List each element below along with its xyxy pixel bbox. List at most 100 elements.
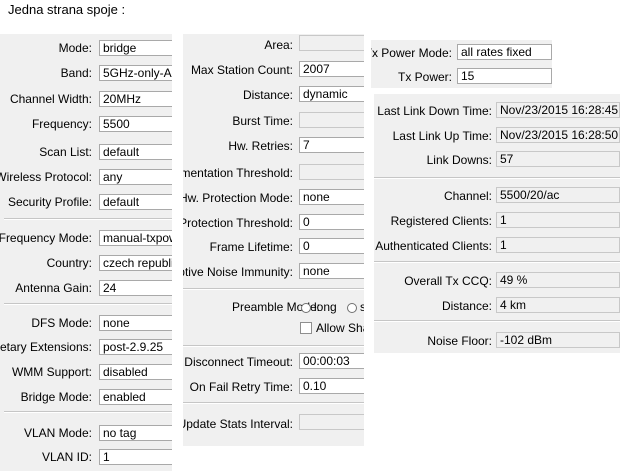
link-downs-label: Link Downs: bbox=[426, 153, 492, 167]
dfs-mode-label: DFS Mode: bbox=[31, 316, 92, 330]
channel-field: 5500/20/ac bbox=[496, 187, 620, 203]
hw-protection-mode-field[interactable]: none bbox=[299, 189, 364, 205]
antenna-gain-field[interactable]: 24 bbox=[99, 280, 172, 296]
hw-protection-threshold-field[interactable]: 0 bbox=[299, 214, 364, 230]
noise-floor-label: Noise Floor: bbox=[427, 334, 492, 348]
tx-power-label: Tx Power: bbox=[397, 70, 452, 84]
mode-field[interactable]: bridge bbox=[99, 40, 172, 56]
page-heading: Jedna strana spoje : bbox=[8, 2, 126, 17]
proprietary-extensions-label: rietary Extensions: bbox=[0, 340, 92, 354]
band-label: Band: bbox=[60, 66, 92, 80]
vlan-mode-label: VLAN Mode: bbox=[23, 426, 92, 440]
burst-time-label: Burst Time: bbox=[232, 114, 293, 128]
wmm-support-field[interactable]: disabled bbox=[99, 364, 172, 380]
status-distance-label: Distance: bbox=[441, 299, 492, 313]
mode-label: Mode: bbox=[58, 41, 92, 55]
authenticated-clients-field: 1 bbox=[496, 237, 620, 253]
channel-width-field[interactable]: 20MHz bbox=[99, 91, 172, 107]
hw-retries-field[interactable]: 7 bbox=[299, 137, 364, 153]
area-field[interactable] bbox=[299, 35, 364, 51]
preamble-short-radio[interactable] bbox=[347, 303, 357, 313]
left-separator bbox=[4, 411, 172, 413]
vlan-mode-field[interactable]: no tag bbox=[99, 425, 172, 441]
frequency-mode-label: Frequency Mode: bbox=[0, 231, 92, 245]
overall-tx-ccq-label: Overall Tx CCQ: bbox=[404, 274, 492, 288]
middle-separator bbox=[183, 345, 364, 347]
fragmentation-threshold-label: agmentation Threshold: bbox=[183, 166, 293, 180]
adaptive-noise-immunity-field[interactable]: none bbox=[299, 263, 364, 279]
frequency-label: Frequency: bbox=[31, 117, 92, 131]
middle-separator bbox=[183, 402, 364, 404]
channel-label: Channel: bbox=[443, 189, 492, 203]
frame-lifetime-label: Frame Lifetime: bbox=[209, 240, 293, 254]
left-separator bbox=[4, 218, 172, 220]
registered-clients-label: Registered Clients: bbox=[390, 214, 492, 228]
middle-advanced-panel: Area: Max Station Count: 2007 Distance: … bbox=[183, 34, 364, 446]
wmm-support-label: WMM Support: bbox=[11, 365, 92, 379]
frame-lifetime-field[interactable]: 0 bbox=[299, 238, 364, 254]
allow-shared-checkbox[interactable] bbox=[300, 322, 312, 334]
last-link-up-time-label: Last Link Up Time: bbox=[392, 129, 492, 143]
middle-separator bbox=[183, 288, 364, 290]
security-profile-field[interactable]: default bbox=[99, 194, 172, 210]
country-label: Country: bbox=[46, 256, 92, 270]
on-fail-retry-time-label: On Fail Retry Time: bbox=[189, 380, 293, 394]
vlan-id-field[interactable]: 1 bbox=[99, 449, 172, 465]
area-label: Area: bbox=[264, 38, 293, 52]
distance-field[interactable]: dynamic bbox=[299, 86, 364, 102]
on-fail-retry-time-field[interactable]: 0.10 bbox=[299, 378, 364, 394]
link-downs-field: 57 bbox=[496, 151, 620, 167]
left-wireless-panel: Mode: bridge Band: 5GHz-only-AC Channel … bbox=[0, 34, 172, 471]
left-separator bbox=[4, 303, 172, 305]
dfs-mode-field[interactable]: none bbox=[99, 315, 172, 331]
proprietary-extensions-field[interactable]: post-2.9.25 bbox=[99, 339, 172, 355]
last-link-down-time-field: Nov/23/2015 16:28:45 bbox=[496, 102, 620, 118]
allow-shared-label: Allow Sha bbox=[316, 321, 364, 335]
tx-power-field[interactable]: 15 bbox=[457, 68, 552, 84]
hw-protection-threshold-label: v. Protection Threshold: bbox=[183, 216, 293, 230]
max-station-count-field[interactable]: 2007 bbox=[299, 61, 364, 77]
status-separator bbox=[374, 320, 620, 322]
last-link-down-time-label: Last Link Down Time: bbox=[377, 104, 492, 118]
wireless-protocol-label: Wireless Protocol: bbox=[0, 170, 92, 184]
frequency-field[interactable]: 5500 bbox=[99, 116, 172, 132]
hw-protection-mode-label: Hw. Protection Mode: bbox=[183, 191, 293, 205]
preamble-long-label: long bbox=[314, 300, 337, 314]
antenna-gain-label: Antenna Gain: bbox=[15, 281, 92, 295]
burst-time-field[interactable] bbox=[299, 112, 364, 128]
scan-list-field[interactable]: default bbox=[99, 144, 172, 160]
band-field[interactable]: 5GHz-only-AC bbox=[99, 65, 172, 81]
update-stats-interval-label: Update Stats Interval: bbox=[183, 417, 293, 431]
security-profile-label: Security Profile: bbox=[7, 195, 92, 209]
bridge-mode-label: Bridge Mode: bbox=[20, 390, 92, 404]
tx-power-panel: Tx Power Mode: all rates fixed Tx Power:… bbox=[371, 40, 552, 88]
preamble-short-label: s bbox=[360, 300, 364, 314]
status-panel: Last Link Down Time: Nov/23/2015 16:28:4… bbox=[374, 94, 620, 353]
adaptive-noise-immunity-label: daptive Noise Immunity: bbox=[183, 265, 293, 279]
hw-retries-label: Hw. Retries: bbox=[228, 139, 293, 153]
update-stats-interval-field[interactable] bbox=[299, 414, 364, 430]
status-distance-field: 4 km bbox=[496, 297, 620, 313]
country-field[interactable]: czech republic bbox=[99, 255, 172, 271]
bridge-mode-field[interactable]: enabled bbox=[99, 389, 172, 405]
frequency-mode-field[interactable]: manual-txpowe bbox=[99, 230, 172, 246]
status-separator bbox=[374, 177, 620, 179]
disconnect-timeout-label: Disconnect Timeout: bbox=[184, 355, 293, 369]
channel-width-label: Channel Width: bbox=[9, 92, 92, 106]
tx-power-mode-label: Tx Power Mode: bbox=[371, 46, 452, 60]
authenticated-clients-label: Authenticated Clients: bbox=[375, 239, 492, 253]
vlan-id-label: VLAN ID: bbox=[41, 450, 92, 464]
scan-list-label: Scan List: bbox=[39, 145, 92, 159]
fragmentation-threshold-field[interactable] bbox=[299, 164, 364, 180]
preamble-long-radio[interactable] bbox=[301, 303, 311, 313]
wireless-protocol-field[interactable]: any bbox=[99, 169, 172, 185]
last-link-up-time-field: Nov/23/2015 16:28:50 bbox=[496, 127, 620, 143]
noise-floor-field: -102 dBm bbox=[496, 332, 620, 348]
disconnect-timeout-field[interactable]: 00:00:03 bbox=[299, 353, 364, 369]
max-station-count-label: Max Station Count: bbox=[190, 63, 293, 77]
overall-tx-ccq-field: 49 % bbox=[496, 272, 620, 288]
registered-clients-field: 1 bbox=[496, 212, 620, 228]
distance-label: Distance: bbox=[242, 88, 293, 102]
status-separator bbox=[374, 261, 620, 263]
tx-power-mode-field[interactable]: all rates fixed bbox=[457, 44, 552, 60]
